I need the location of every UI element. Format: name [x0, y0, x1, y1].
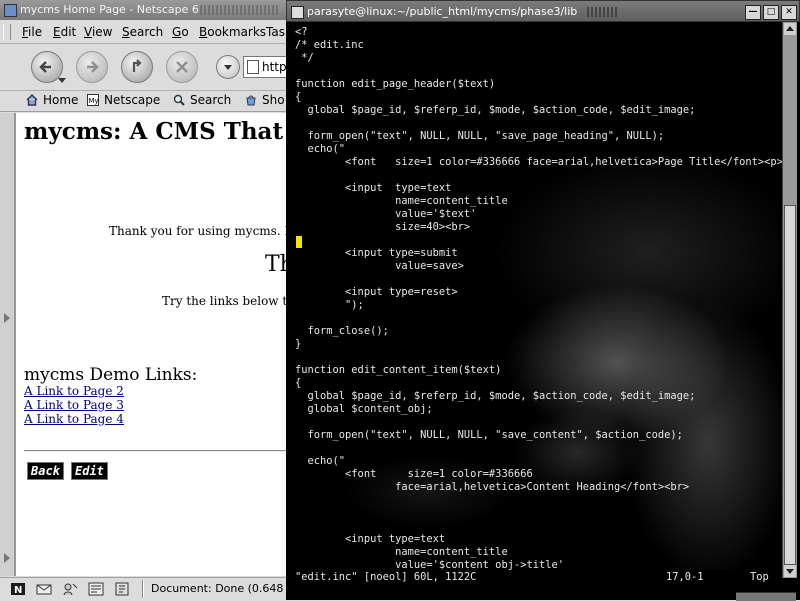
page-heading: mycms: A CMS That Ma	[24, 118, 301, 145]
vim-scroll-position: Top	[750, 571, 769, 583]
search-link[interactable]: Search	[173, 93, 231, 107]
terminal-text-area[interactable]: <? /* edit.inc */ function edit_page_hea…	[288, 22, 782, 578]
netscape-window-title: mycms Home Page - Netscape 6	[20, 3, 199, 16]
terminal-window-icon[interactable]	[291, 6, 304, 19]
link-page-4[interactable]: A Link to Page 4	[24, 412, 124, 426]
close-button[interactable]: ✕	[781, 5, 797, 20]
scrollbar-thumb[interactable]	[784, 205, 796, 565]
vim-cursor-position: 17,0-1	[666, 571, 704, 583]
netscape-window-icon[interactable]	[4, 4, 17, 17]
url-history-dropdown[interactable]	[216, 55, 240, 79]
address-book-icon[interactable]	[114, 582, 130, 596]
code-text: <? /* edit.inc */ function edit_page_hea…	[295, 26, 782, 571]
edit-image-button[interactable]: Edit	[71, 462, 108, 480]
terminal-title-bar[interactable]: parasyte@linux:~/public_html/mycms/phase…	[286, 0, 800, 22]
menubar-grip-icon[interactable]	[3, 24, 11, 40]
vim-status-line: "edit.inc" [noeol] 60L, 1122C 17,0-1 Top	[288, 570, 782, 584]
terminal-title-grip	[587, 7, 617, 17]
navigator-icon[interactable]: N	[10, 582, 26, 596]
search-icon	[173, 94, 185, 106]
link-page-2[interactable]: A Link to Page 2	[24, 384, 124, 398]
reload-button[interactable]	[121, 51, 153, 83]
menu-go[interactable]: Go	[172, 25, 189, 39]
mail-icon[interactable]	[36, 582, 52, 596]
stop-button[interactable]	[166, 51, 198, 83]
my-netscape-icon: My	[87, 94, 99, 106]
page-proxy-icon[interactable]	[247, 60, 259, 74]
try-links-text: Try the links below to sh	[162, 294, 301, 308]
sidebar-open-icon-lower[interactable]	[4, 553, 10, 563]
home-icon	[26, 94, 38, 106]
forward-button[interactable]	[76, 51, 108, 83]
my-netscape-link[interactable]: My Netscape	[87, 93, 160, 107]
forward-arrow-icon	[87, 61, 99, 73]
title-bar-grip	[200, 5, 280, 15]
scroll-up-icon[interactable]	[784, 23, 796, 35]
back-dropdown-icon[interactable]	[58, 78, 66, 83]
terminal-title: parasyte@linux:~/public_html/mycms/phase…	[307, 5, 578, 18]
link-page-3[interactable]: A Link to Page 3	[24, 398, 124, 412]
menu-bookmarks[interactable]: Bookmarks	[199, 25, 266, 39]
terminal-scrollbar[interactable]	[782, 22, 797, 578]
menu-tasks[interactable]: Tas	[266, 25, 285, 39]
svg-text:N: N	[14, 585, 22, 596]
reload-icon	[132, 59, 142, 72]
shop-link[interactable]: Sho	[245, 93, 285, 107]
shop-icon	[246, 95, 256, 106]
home-link[interactable]: Home	[26, 93, 78, 107]
scroll-down-icon[interactable]	[784, 565, 796, 577]
terminal-window: parasyte@linux:~/public_html/mycms/phase…	[286, 0, 800, 601]
back-image-button[interactable]: Back	[27, 462, 64, 480]
composer-icon[interactable]	[88, 582, 104, 596]
sidebar-open-icon[interactable]	[4, 313, 10, 323]
demo-links-heading: mycms Demo Links:	[24, 365, 198, 385]
menu-file[interactable]: File	[22, 25, 42, 39]
text-cursor	[296, 236, 302, 248]
menu-edit[interactable]: Edit	[53, 25, 76, 39]
menu-view[interactable]: View	[84, 25, 112, 39]
thanks-text: Thank you for using mycms. Please	[109, 224, 301, 238]
back-arrow-icon	[39, 61, 51, 73]
status-separator	[142, 580, 144, 598]
svg-text:My: My	[89, 97, 99, 105]
sidebar-tab[interactable]	[0, 113, 15, 576]
maximize-button[interactable]: □	[763, 5, 779, 20]
vim-file-info: "edit.inc" [noeol] 60L, 1122C	[295, 571, 477, 583]
horizontal-rule	[24, 450, 301, 452]
instant-messenger-icon[interactable]	[62, 582, 78, 596]
minimize-button[interactable]: —	[745, 5, 761, 20]
menu-search[interactable]: Search	[122, 25, 163, 39]
page-viewport: mycms: A CMS That Ma Thank you for using…	[15, 113, 301, 576]
stop-icon	[176, 61, 188, 73]
